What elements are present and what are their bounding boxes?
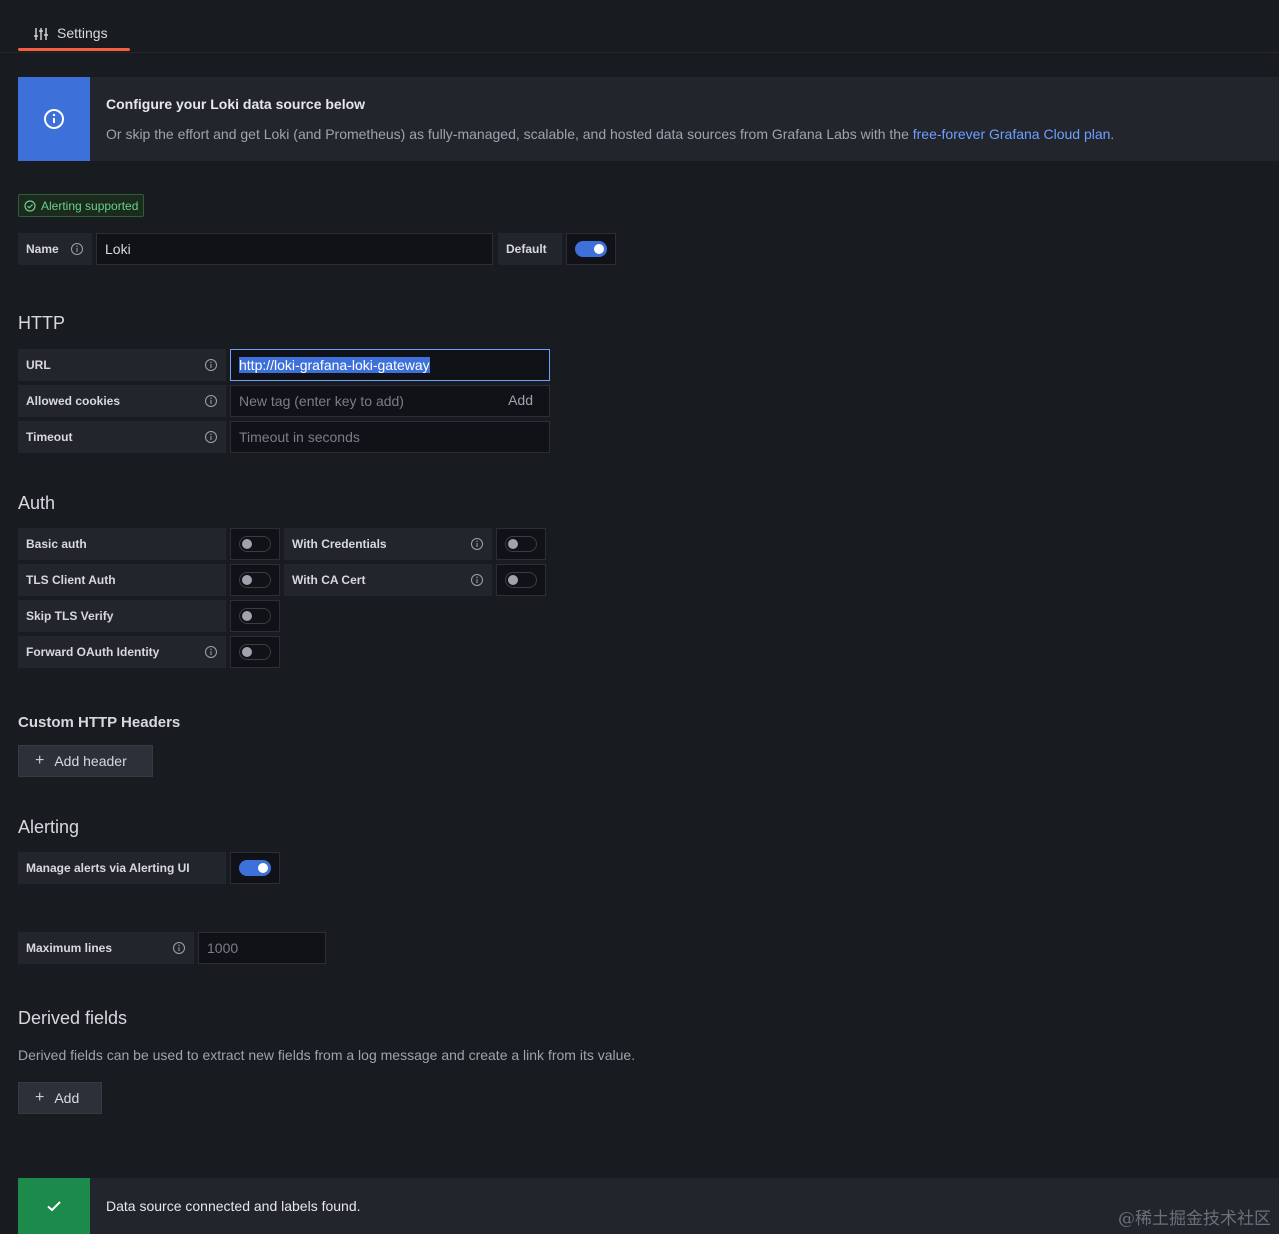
info-circle-icon[interactable] bbox=[204, 430, 218, 444]
alerting-supported-label: Alerting supported bbox=[41, 198, 139, 213]
success-alert-side bbox=[18, 1178, 90, 1234]
with-credentials-toggle-box bbox=[496, 528, 546, 560]
with-ca-cert-label-text: With CA Cert bbox=[292, 573, 366, 587]
sliders-icon bbox=[34, 28, 48, 40]
maximum-lines-label-text: Maximum lines bbox=[26, 941, 113, 955]
manage-alerts-toggle-box bbox=[230, 852, 280, 884]
skip-tls-verify-toggle-box bbox=[230, 600, 280, 632]
info-circle-icon[interactable] bbox=[172, 941, 186, 955]
allowed-cookies-input[interactable]: New tag (enter key to add) Add bbox=[230, 385, 550, 417]
info-circle-icon[interactable] bbox=[470, 537, 484, 551]
name-input-value: Loki bbox=[105, 241, 131, 257]
url-input[interactable]: http://loki-grafana-loki-gateway bbox=[230, 349, 550, 381]
tls-client-auth-toggle-box bbox=[230, 564, 280, 596]
add-cookie-button[interactable]: Add bbox=[508, 392, 533, 408]
default-toggle-box bbox=[566, 233, 616, 265]
forward-oauth-toggle[interactable] bbox=[239, 644, 271, 660]
allowed-cookies-label: Allowed cookies bbox=[18, 385, 226, 417]
basic-auth-toggle-box bbox=[230, 528, 280, 560]
grafana-cloud-link[interactable]: free-forever Grafana Cloud plan bbox=[913, 126, 1111, 142]
tab-bar bbox=[0, 0, 1279, 53]
add-header-button[interactable]: + Add header bbox=[18, 745, 153, 777]
info-banner-title: Configure your Loki data source below bbox=[106, 96, 366, 112]
derived-fields-title: Derived fields bbox=[18, 1008, 128, 1028]
maximum-lines-placeholder: 1000 bbox=[207, 940, 239, 956]
url-label: URL bbox=[18, 349, 226, 381]
with-credentials-label-text: With Credentials bbox=[292, 537, 387, 551]
with-ca-cert-toggle-box bbox=[496, 564, 546, 596]
url-label-text: URL bbox=[26, 358, 51, 372]
alerting-supported-badge: Alerting supported bbox=[18, 194, 145, 217]
name-label-text: Name bbox=[26, 242, 59, 256]
with-ca-cert-toggle[interactable] bbox=[505, 572, 537, 588]
info-circle-icon[interactable] bbox=[204, 645, 218, 659]
timeout-input[interactable]: Timeout in seconds bbox=[230, 421, 550, 453]
skip-tls-verify-toggle[interactable] bbox=[239, 608, 271, 624]
default-label-text: Default bbox=[506, 242, 547, 256]
basic-auth-label: Basic auth bbox=[18, 528, 226, 560]
info-banner: Configure your Loki data source below Or… bbox=[18, 77, 1279, 161]
tls-client-auth-toggle[interactable] bbox=[239, 572, 271, 588]
manage-alerts-label: Manage alerts via Alerting UI bbox=[18, 852, 226, 884]
skip-tls-verify-label: Skip TLS Verify bbox=[18, 600, 226, 632]
timeout-label-text: Timeout bbox=[26, 430, 73, 444]
check-circle-icon bbox=[24, 199, 36, 212]
alerting-section-title: Alerting bbox=[18, 817, 80, 837]
name-input[interactable]: Loki bbox=[96, 233, 493, 265]
derived-fields-description: Derived fields can be used to extract ne… bbox=[18, 1047, 636, 1063]
default-label: Default bbox=[498, 233, 562, 265]
tls-client-auth-label: TLS Client Auth bbox=[18, 564, 226, 596]
plus-icon: + bbox=[35, 752, 45, 769]
watermark: @稀土掘金技术社区 bbox=[1118, 1209, 1271, 1229]
tab-settings-label: Settings bbox=[57, 25, 108, 41]
with-credentials-label: With Credentials bbox=[284, 528, 492, 560]
allowed-cookies-label-text: Allowed cookies bbox=[26, 394, 121, 408]
url-input-value: http://loki-grafana-loki-gateway bbox=[239, 357, 430, 373]
info-banner-suffix: . bbox=[1110, 126, 1115, 142]
with-credentials-toggle[interactable] bbox=[505, 536, 537, 552]
info-icon bbox=[44, 109, 64, 129]
add-header-label: Add header bbox=[54, 753, 127, 769]
forward-oauth-label-text: Forward OAuth Identity bbox=[26, 645, 160, 659]
basic-auth-label-text: Basic auth bbox=[26, 537, 87, 551]
success-alert: Data source connected and labels found. bbox=[18, 1178, 1279, 1234]
active-tab-indicator bbox=[18, 48, 130, 51]
timeout-label: Timeout bbox=[18, 421, 226, 453]
default-toggle[interactable] bbox=[575, 241, 607, 257]
basic-auth-toggle[interactable] bbox=[239, 536, 271, 552]
skip-tls-verify-label-text: Skip TLS Verify bbox=[26, 609, 114, 623]
http-section-title: HTTP bbox=[18, 313, 65, 333]
tab-settings[interactable]: Settings bbox=[18, 18, 130, 52]
info-banner-text: Or skip the effort and get Loki (and Pro… bbox=[106, 126, 1114, 142]
manage-alerts-toggle[interactable] bbox=[239, 860, 271, 876]
maximum-lines-label: Maximum lines bbox=[18, 932, 194, 964]
plus-icon: + bbox=[35, 1089, 45, 1106]
info-circle-icon[interactable] bbox=[204, 394, 218, 408]
check-icon bbox=[47, 1201, 61, 1212]
manage-alerts-label-text: Manage alerts via Alerting UI bbox=[26, 861, 190, 875]
name-label: Name bbox=[18, 233, 92, 265]
with-ca-cert-label: With CA Cert bbox=[284, 564, 492, 596]
custom-headers-title: Custom HTTP Headers bbox=[18, 714, 181, 731]
info-circle-icon[interactable] bbox=[470, 573, 484, 587]
info-circle-icon[interactable] bbox=[70, 242, 84, 256]
success-message: Data source connected and labels found. bbox=[106, 1198, 361, 1214]
forward-oauth-toggle-box bbox=[230, 636, 280, 668]
info-banner-body: Or skip the effort and get Loki (and Pro… bbox=[106, 126, 913, 142]
timeout-placeholder: Timeout in seconds bbox=[239, 429, 360, 445]
allowed-cookies-placeholder: New tag (enter key to add) bbox=[239, 393, 404, 409]
tls-client-auth-label-text: TLS Client Auth bbox=[26, 573, 116, 587]
add-derived-field-label: Add bbox=[54, 1090, 80, 1106]
info-banner-side bbox=[18, 77, 90, 161]
forward-oauth-label: Forward OAuth Identity bbox=[18, 636, 226, 668]
info-circle-icon[interactable] bbox=[204, 358, 218, 372]
auth-section-title: Auth bbox=[18, 493, 56, 513]
add-derived-field-button[interactable]: + Add bbox=[18, 1082, 102, 1114]
maximum-lines-input[interactable]: 1000 bbox=[198, 932, 326, 964]
